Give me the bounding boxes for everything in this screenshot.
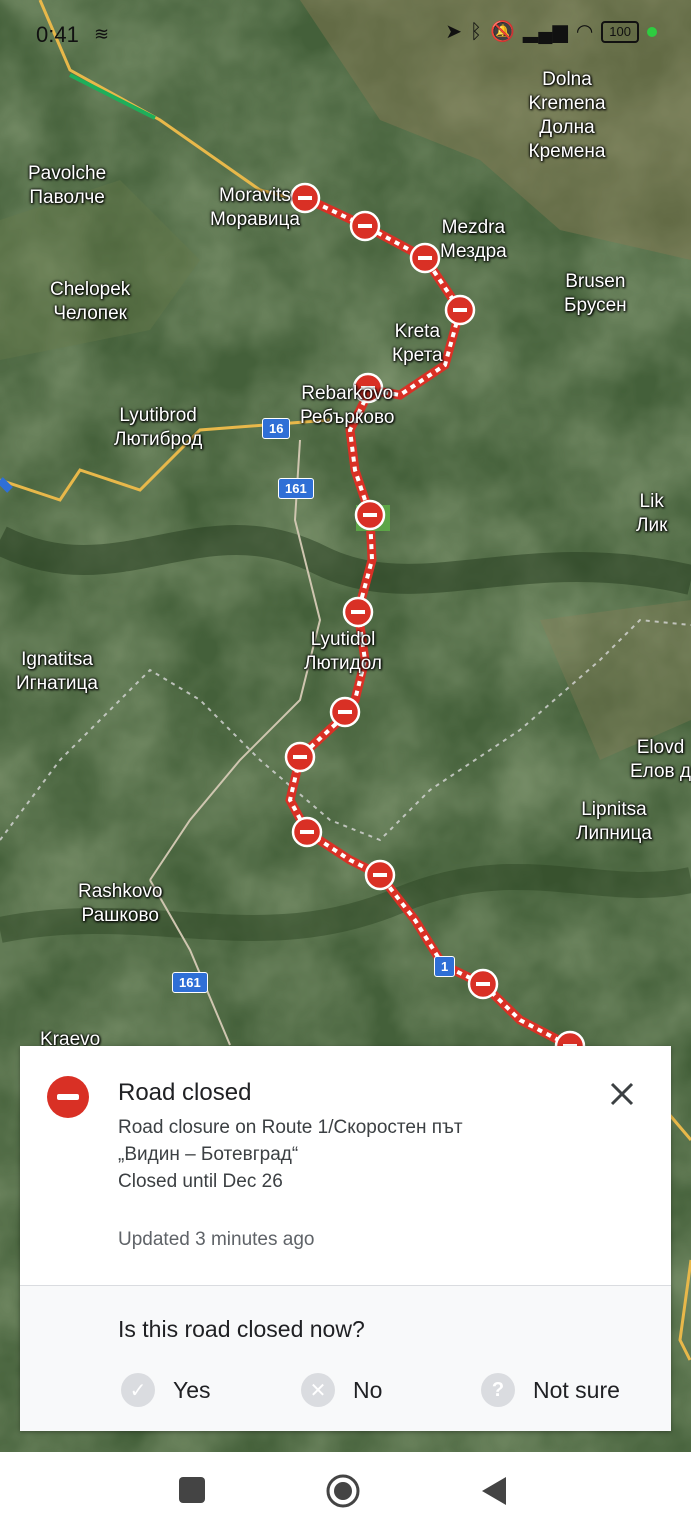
feedback-section xyxy=(20,1286,671,1431)
closed-until: Closed until Dec 26 xyxy=(118,1171,283,1192)
place-label-brusen: Brusen Брусен xyxy=(564,271,627,316)
closure-marker-icon[interactable] xyxy=(291,816,323,848)
closure-marker-icon[interactable] xyxy=(364,859,396,891)
status-time: 0:41 xyxy=(36,22,79,47)
wifi-icon: ◠ xyxy=(575,21,594,43)
place-label-ignatitsa: Ignatitsa Игнатица xyxy=(16,649,98,694)
place-label-rashkovo: Rashkovo Рашково xyxy=(78,881,163,926)
not-sure-button[interactable]: ? Not sure xyxy=(481,1373,620,1407)
closure-marker-icon[interactable] xyxy=(444,294,476,326)
road-shield: 1 xyxy=(434,956,456,977)
place-label-elovd: Elovd Елов д xyxy=(630,737,691,782)
place-label-rebarkovo: Rebarkovo Ребърково xyxy=(300,383,395,428)
bluetooth-icon: ᛒ xyxy=(470,21,482,43)
back-button[interactable] xyxy=(480,1476,508,1506)
no-button[interactable]: ✕ No xyxy=(301,1373,382,1407)
place-label-pavolche: Pavolche Паволче xyxy=(28,163,107,208)
signal-icon: ▂▄▆ xyxy=(522,21,568,43)
road-shield: 161 xyxy=(172,972,208,993)
closure-route-name-cont: „Видин – Ботевград“ xyxy=(118,1144,299,1165)
close-icon[interactable] xyxy=(604,1076,640,1112)
mute-icon: 🔕 xyxy=(490,21,515,43)
privacy-indicator-dot xyxy=(647,27,657,37)
battery-icon: 100 xyxy=(601,21,639,43)
closure-route-name: Road closure on Route 1/Скоростен път xyxy=(118,1117,463,1138)
location-arrow-icon: ➤ xyxy=(445,21,462,43)
no-label: No xyxy=(353,1376,383,1403)
closure-marker-icon[interactable] xyxy=(349,210,381,242)
road-shield: 161 xyxy=(278,478,314,499)
status-bar: 0:41 ≋ ➤ ᛒ 🔕 ▂▄▆ ◠ 100 xyxy=(0,0,691,70)
x-circle-icon: ✕ xyxy=(301,1373,335,1407)
place-label-dolna-kremena: Dolna Kremena Долна Кремена xyxy=(528,69,606,162)
place-label-lyutidol: Lyutidol Лютидол xyxy=(304,629,382,674)
recents-button[interactable] xyxy=(178,1476,206,1504)
closure-description: Road closure on Route 1/Скоростен път „В… xyxy=(118,1114,538,1195)
place-label-lipnitsa: Lipnitsa Липница xyxy=(576,799,652,844)
place-label-chelopek: Chelopek Челопек xyxy=(50,279,131,324)
system-navigation-bar xyxy=(0,1452,691,1536)
updated-time: Updated 3 minutes ago xyxy=(118,1229,315,1250)
place-label-lyutibrod: Lyutibrod Лютиброд xyxy=(114,405,203,450)
not-sure-label: Not sure xyxy=(533,1376,620,1403)
closure-marker-icon[interactable] xyxy=(342,596,374,628)
road-closed-icon xyxy=(47,1076,89,1118)
closure-marker-icon[interactable] xyxy=(409,242,441,274)
yes-label: Yes xyxy=(173,1376,211,1403)
home-button[interactable] xyxy=(326,1474,360,1508)
place-label-moravitsa: Moravits Моравица xyxy=(210,185,300,230)
road-closure-card: Road closed Road closure on Route 1/Скор… xyxy=(20,1046,671,1431)
closure-marker-icon[interactable] xyxy=(467,968,499,1000)
closure-marker-icon[interactable] xyxy=(284,741,316,773)
feedback-question: Is this road closed now? xyxy=(118,1316,365,1342)
place-label-lik: Lik Лик xyxy=(636,491,668,536)
card-title: Road closed xyxy=(118,1079,252,1106)
closure-marker-icon[interactable] xyxy=(354,499,386,531)
road-shield: 16 xyxy=(262,418,291,439)
yes-button[interactable]: ✓ Yes xyxy=(121,1373,211,1407)
question-icon: ? xyxy=(481,1373,515,1407)
layers-icon: ≋ xyxy=(94,24,110,44)
check-icon: ✓ xyxy=(121,1373,155,1407)
place-label-kreta: Kreta Крета xyxy=(392,321,443,366)
closure-marker-icon[interactable] xyxy=(329,696,361,728)
place-label-mezdra: Mezdra Мездра xyxy=(440,217,507,262)
